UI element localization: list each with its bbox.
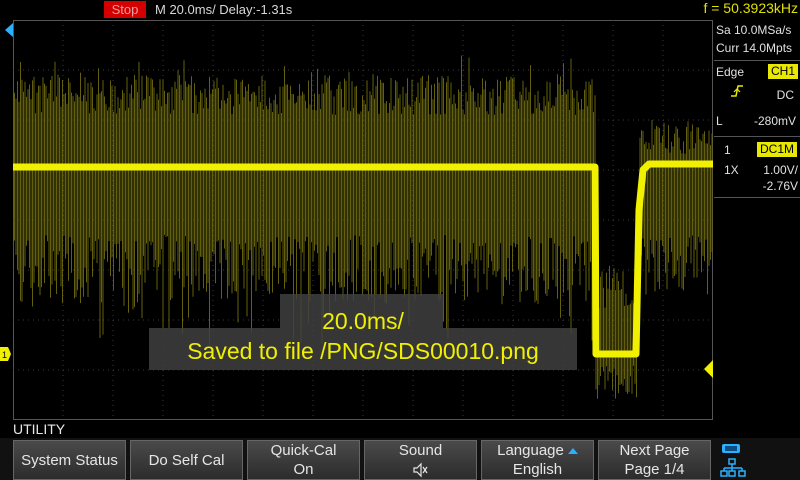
button-value: Page 1/4: [624, 461, 685, 478]
trigger-level: -280mV: [753, 114, 796, 128]
language-button[interactable]: Language English: [481, 440, 594, 480]
menu-title: UTILITY: [13, 421, 66, 437]
rising-edge-icon: [731, 85, 743, 97]
divider: [714, 60, 800, 61]
language-label: Language: [497, 442, 564, 459]
trigger-coupling: DC: [776, 88, 794, 102]
button-label: System Status: [21, 452, 118, 469]
trigger-position-marker[interactable]: [5, 23, 13, 37]
osd-saved-text: Saved to file /PNG/SDS00010.png: [187, 338, 539, 364]
osd-timebase-text: 20.0ms/: [322, 308, 404, 334]
vertical-offset: -2.76V: [762, 179, 798, 193]
system-status-button[interactable]: System Status: [13, 440, 126, 480]
quick-cal-button[interactable]: Quick-Cal On: [247, 440, 360, 480]
divider: [714, 136, 800, 137]
sample-rate: Sa 10.0MSa/s: [716, 23, 792, 37]
button-value: English: [512, 461, 563, 478]
button-label: Next Page: [619, 442, 690, 459]
status-icons: [720, 444, 746, 477]
trigger-type[interactable]: Edge: [716, 65, 744, 79]
button-label: Language: [482, 442, 593, 459]
trigger-level-label: L: [716, 114, 723, 128]
button-label: Sound: [398, 442, 443, 459]
left-marker-strip: 1: [0, 23, 13, 361]
timebase-readout: M 20.0ms/ Delay:-1.31s: [155, 2, 293, 17]
button-label: Do Self Cal: [148, 452, 225, 469]
trigger-source-badge[interactable]: CH1: [768, 64, 799, 79]
next-page-button[interactable]: Next Page Page 1/4: [598, 440, 711, 480]
status-bar: Stop M 20.0ms/ Delay:-1.31s f = 50.3923k…: [0, 0, 800, 20]
divider: [714, 197, 800, 198]
osd-message: 20.0ms/ Saved to file /PNG/SDS00010.png: [149, 294, 577, 370]
vertical-scale: 1.00V/: [763, 163, 798, 177]
memory-depth: Curr 14.0Mpts: [716, 41, 793, 55]
sound-button[interactable]: Sound: [364, 440, 477, 480]
run-stop-indicator[interactable]: Stop: [104, 1, 146, 18]
arrow-up-icon: [567, 448, 578, 455]
speaker-icon: [413, 462, 428, 478]
network-icon: [720, 458, 746, 477]
probe-attenuation: 1X: [724, 163, 739, 177]
ch1-marker-label: 1: [2, 350, 7, 360]
button-value: On: [293, 461, 314, 478]
info-panel: Sa 10.0MSa/s Curr 14.0Mpts Edge CH1 DC L…: [714, 20, 800, 200]
button-label: Quick-Cal: [270, 442, 337, 459]
frequency-counter: f = 50.3923kHz: [703, 0, 798, 16]
do-self-cal-button[interactable]: Do Self Cal: [130, 440, 243, 480]
channel-number: 1: [724, 143, 731, 157]
trigger-level-marker[interactable]: [702, 360, 713, 378]
channel-coupling-badge[interactable]: DC1M: [757, 142, 798, 157]
